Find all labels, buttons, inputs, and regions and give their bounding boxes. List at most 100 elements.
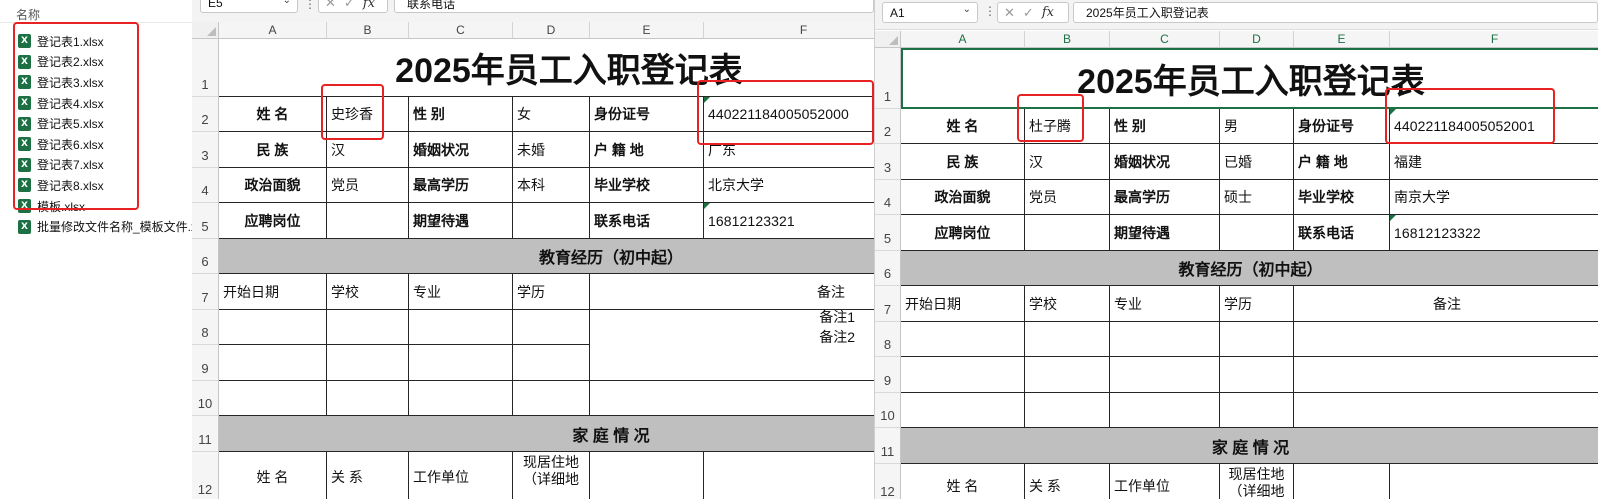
edu-col-start-date[interactable]: 开始日期 (219, 274, 327, 310)
formula-input[interactable]: 2025年员工入职登记表 (1073, 2, 1598, 23)
file-item[interactable]: X 模板.xlsx (18, 196, 212, 217)
column-header[interactable]: B (327, 22, 409, 39)
column-header[interactable]: E (590, 22, 704, 39)
row-header[interactable]: 4 (192, 168, 219, 203)
column-header[interactable]: A (219, 22, 327, 39)
edu-col-school[interactable]: 学校 (1025, 286, 1110, 322)
edu-col-school[interactable]: 学校 (327, 274, 409, 310)
row-header[interactable]: 9 (192, 345, 219, 381)
gender-label[interactable]: 性 别 (1110, 109, 1220, 144)
file-item[interactable]: X 登记表7.xlsx (18, 155, 212, 176)
salary-label[interactable]: 期望待遇 (1110, 215, 1220, 251)
family-col-address[interactable]: 现居住地（详细地 (513, 452, 590, 499)
row-header[interactable]: 7 (192, 274, 219, 310)
row-header[interactable]: 3 (875, 144, 901, 180)
name-column-header[interactable]: 名称 (16, 6, 40, 23)
row-header[interactable]: 11 (875, 428, 901, 464)
degree-label[interactable]: 最高学历 (1110, 180, 1220, 215)
name-box[interactable]: A1 ⌄ (882, 2, 978, 23)
position-value[interactable] (327, 203, 409, 239)
position-label[interactable]: 应聘岗位 (219, 203, 327, 239)
row-header[interactable]: 2 (192, 97, 219, 132)
notes-cell[interactable] (1294, 393, 1598, 428)
name-label[interactable]: 姓 名 (901, 109, 1025, 144)
degree-value[interactable]: 硕士 (1220, 180, 1294, 215)
phone-label[interactable]: 联系电话 (1294, 215, 1390, 251)
political-label[interactable]: 政治面貌 (219, 168, 327, 203)
column-header[interactable]: F (704, 22, 874, 39)
row-header[interactable]: 3 (192, 132, 219, 168)
insert-function-icon[interactable]: fx (363, 0, 375, 11)
form-title[interactable]: 2025年员工入职登记表 (901, 48, 1598, 109)
edu-cell[interactable] (409, 310, 513, 345)
select-all-corner[interactable] (875, 31, 901, 48)
file-item[interactable]: X 登记表5.xlsx (18, 113, 212, 134)
family-col-address[interactable]: 现居住地（详细地 (1220, 464, 1294, 499)
row-header[interactable]: 5 (192, 203, 219, 239)
row-header[interactable]: 5 (875, 215, 901, 251)
ethnicity-value[interactable]: 汉 (327, 132, 409, 168)
file-item[interactable]: X 登记表1.xlsx (18, 31, 212, 52)
phone-label[interactable]: 联系电话 (590, 203, 704, 239)
column-header[interactable]: F (1390, 31, 1598, 48)
name-box[interactable]: E5 ⌄ (200, 0, 298, 13)
school-value[interactable]: 北京大学 (704, 168, 874, 203)
cancel-icon[interactable]: ✕ (325, 0, 336, 11)
hometown-value[interactable]: 广东 (704, 132, 874, 168)
file-item[interactable]: X 登记表6.xlsx (18, 134, 212, 155)
family-col-relation[interactable]: 关 系 (1025, 464, 1110, 499)
phone-value[interactable]: 16812123321 (704, 203, 874, 239)
education-section-header[interactable]: 教育经历（初中起） (901, 251, 1598, 286)
school-value[interactable]: 南京大学 (1390, 180, 1598, 215)
column-header[interactable]: E (1294, 31, 1390, 48)
edu-cell[interactable] (1220, 322, 1294, 357)
column-header[interactable]: A (901, 31, 1025, 48)
edu-cell[interactable] (1220, 357, 1294, 393)
family-section-header[interactable]: 家 庭 情 况 (901, 428, 1598, 464)
family-col-employer[interactable]: 工作单位 (1110, 464, 1220, 499)
position-label[interactable]: 应聘岗位 (901, 215, 1025, 251)
political-value[interactable]: 党员 (1025, 180, 1110, 215)
column-header[interactable]: D (1220, 31, 1294, 48)
edu-cell[interactable] (901, 357, 1025, 393)
edu-cell[interactable] (327, 381, 409, 416)
row-header[interactable]: 6 (192, 239, 219, 274)
edu-cell[interactable] (1220, 393, 1294, 428)
position-value[interactable] (1025, 215, 1110, 251)
notes-cell[interactable] (590, 345, 874, 381)
marital-value[interactable]: 未婚 (513, 132, 590, 168)
column-header[interactable]: C (409, 22, 513, 39)
row-header[interactable]: 6 (875, 251, 901, 286)
edu-col-notes[interactable]: 备注 (1294, 286, 1598, 322)
edu-col-major[interactable]: 专业 (409, 274, 513, 310)
cancel-icon[interactable]: ✕ (1004, 5, 1015, 21)
formula-input[interactable]: 联系电话 (394, 0, 874, 13)
edu-cell[interactable] (409, 345, 513, 381)
edu-col-degree[interactable]: 学历 (1220, 286, 1294, 322)
family-section-header[interactable]: 家 庭 情 况 (219, 416, 874, 452)
gender-label[interactable]: 性 别 (409, 97, 513, 132)
id-label[interactable]: 身份证号 (1294, 109, 1390, 144)
political-label[interactable]: 政治面貌 (901, 180, 1025, 215)
edu-cell[interactable] (219, 381, 327, 416)
hometown-label[interactable]: 户 籍 地 (1294, 144, 1390, 180)
marital-value[interactable]: 已婚 (1220, 144, 1294, 180)
degree-label[interactable]: 最高学历 (409, 168, 513, 203)
edu-cell[interactable] (1110, 357, 1220, 393)
file-item[interactable]: X 登记表3.xlsx (18, 72, 212, 93)
family-cell[interactable] (590, 452, 704, 499)
education-section-header[interactable]: 教育经历（初中起） (219, 239, 874, 274)
column-header[interactable]: C (1110, 31, 1220, 48)
chevron-down-icon[interactable]: ⌄ (283, 0, 291, 6)
row-header[interactable]: 12 (875, 464, 901, 499)
row-header[interactable]: 1 (875, 48, 901, 109)
family-cell[interactable] (1294, 464, 1390, 499)
edu-cell[interactable] (901, 322, 1025, 357)
name-label[interactable]: 姓 名 (219, 97, 327, 132)
row-header[interactable]: 1 (192, 39, 219, 97)
edu-col-major[interactable]: 专业 (1110, 286, 1220, 322)
ethnicity-label[interactable]: 民 族 (219, 132, 327, 168)
hometown-label[interactable]: 户 籍 地 (590, 132, 704, 168)
row-header[interactable]: 4 (875, 180, 901, 215)
family-cell[interactable] (704, 452, 874, 499)
